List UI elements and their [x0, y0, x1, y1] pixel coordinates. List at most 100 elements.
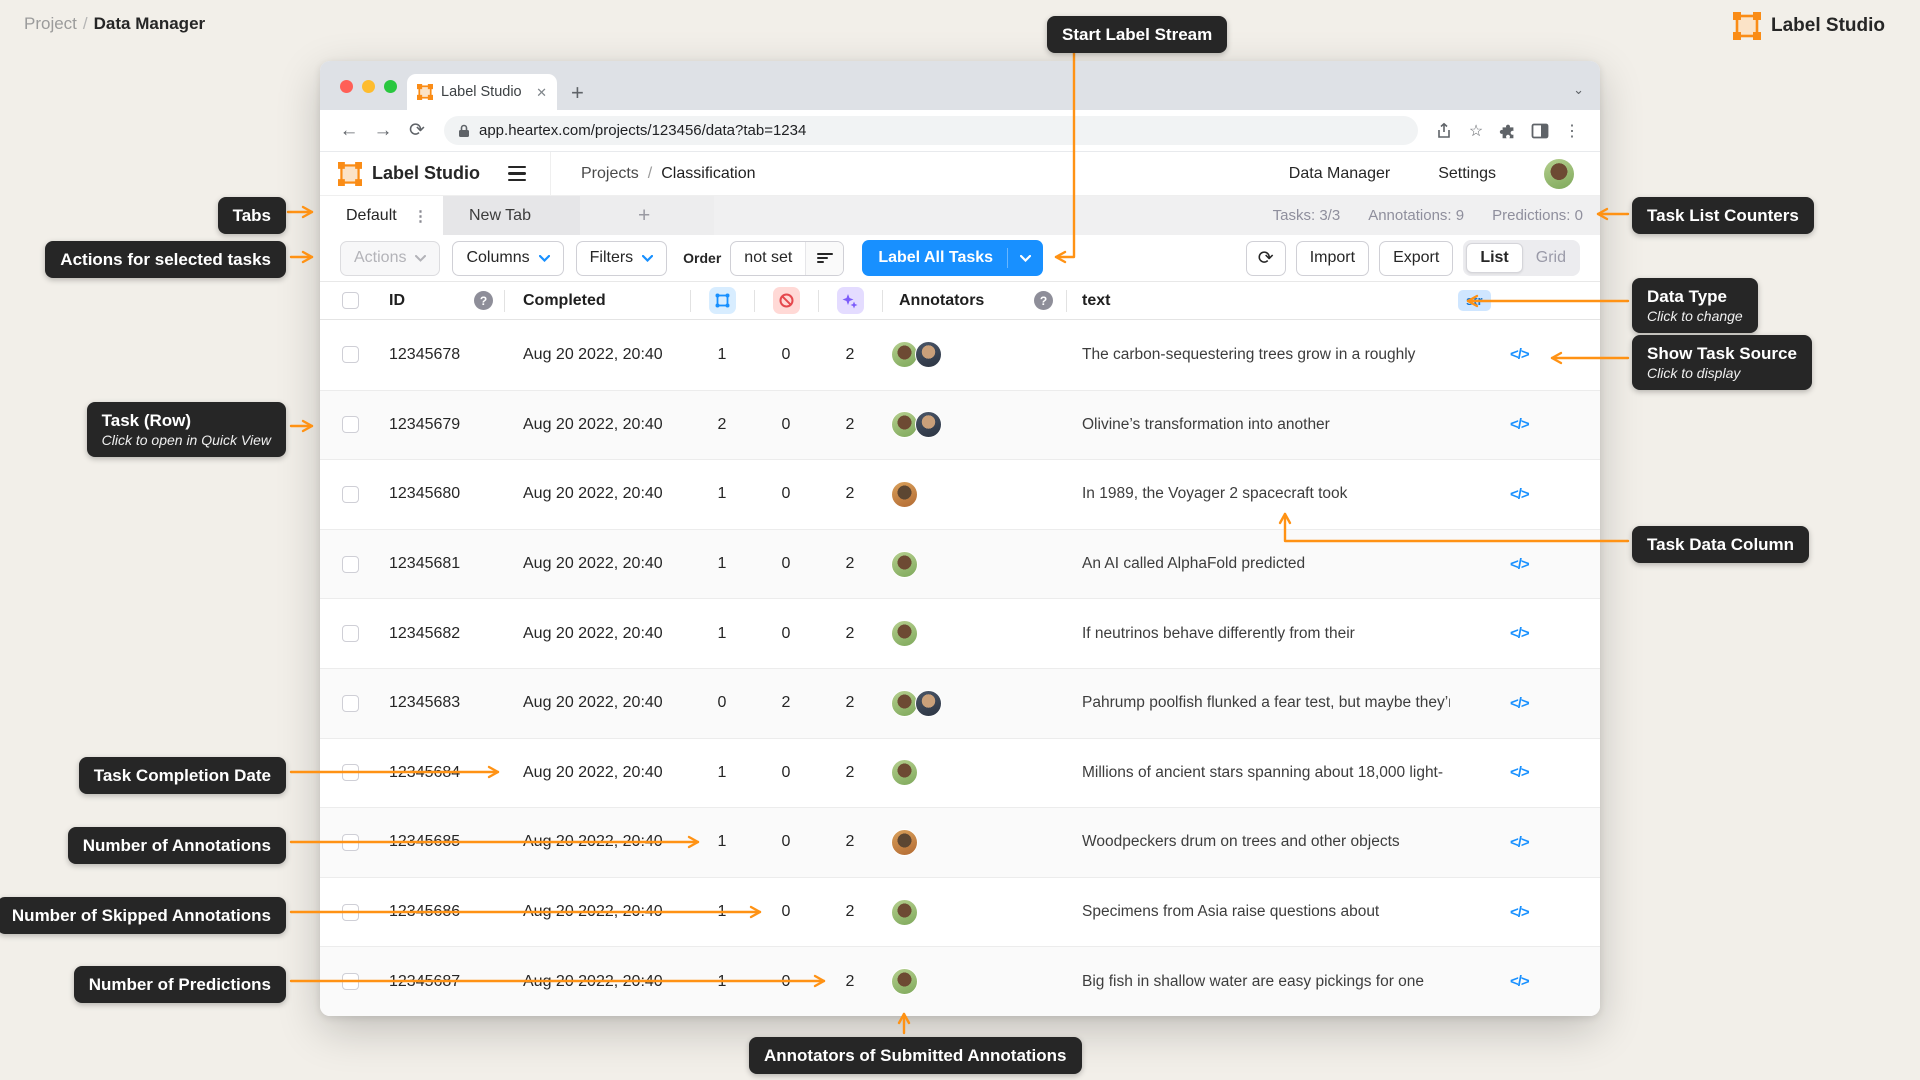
show-task-source-icon[interactable]: </>: [1510, 904, 1530, 921]
row-checkbox[interactable]: [342, 764, 359, 782]
annotator-avatar: [891, 968, 918, 996]
column-header-id[interactable]: ID ?: [368, 282, 504, 319]
task-text: Olivine’s transformation into another: [1082, 415, 1330, 433]
tab-new-tab[interactable]: New Tab: [443, 196, 580, 235]
table-row[interactable]: 12345680 Aug 20 2022, 20:40 1 0 2 In 198…: [320, 459, 1600, 529]
browser-menu-kebab-icon[interactable]: ⋮: [1558, 117, 1586, 145]
show-task-source-icon[interactable]: </>: [1510, 764, 1530, 781]
close-window-button[interactable]: [340, 80, 353, 93]
skipped-count: 0: [781, 555, 791, 573]
share-icon[interactable]: [1430, 117, 1458, 145]
breadcrumb-project[interactable]: Project: [24, 14, 77, 33]
nav-settings[interactable]: Settings: [1438, 165, 1496, 183]
sort-order-icon[interactable]: [805, 241, 844, 275]
label-tasks-dropdown-chevron[interactable]: [1007, 248, 1043, 268]
show-task-source-icon[interactable]: </>: [1510, 834, 1530, 851]
label-all-tasks-button[interactable]: Label All Tasks: [862, 240, 1044, 276]
annotator-avatar: [891, 341, 918, 369]
zoom-window-button[interactable]: [384, 80, 397, 93]
help-icon[interactable]: ?: [1034, 291, 1053, 310]
window-controls[interactable]: [340, 80, 397, 93]
extensions-puzzle-icon[interactable]: [1494, 117, 1522, 145]
row-checkbox[interactable]: [342, 833, 359, 851]
tasks-counter: Tasks: 3/3: [1272, 207, 1341, 224]
favicon-label-studio: [417, 84, 433, 100]
annotations-count: 1: [717, 555, 727, 573]
data-type-badge[interactable]: str: [1458, 290, 1491, 311]
row-checkbox[interactable]: [342, 555, 359, 573]
show-task-source-icon[interactable]: </>: [1510, 556, 1530, 573]
grid-view-button[interactable]: Grid: [1525, 249, 1577, 267]
column-header-data-type: str: [1450, 282, 1600, 319]
browser-tab[interactable]: Label Studio ✕: [407, 74, 557, 110]
table-row[interactable]: 12345687 Aug 20 2022, 20:40 1 0 2 Big fi…: [320, 946, 1600, 1016]
hamburger-menu-icon[interactable]: [508, 165, 526, 182]
column-header-skipped[interactable]: [754, 282, 818, 319]
export-button[interactable]: Export: [1379, 240, 1454, 276]
tab-default[interactable]: Default ⋮: [320, 196, 443, 235]
filters-button[interactable]: Filters: [575, 240, 668, 276]
predictions-count: 2: [845, 415, 855, 433]
task-completed-date: Aug 20 2022, 20:40: [523, 972, 663, 990]
callout-tabs: Tabs: [217, 197, 286, 235]
column-header-annotations[interactable]: [690, 282, 754, 319]
back-icon[interactable]: ←: [334, 116, 364, 146]
side-panel-icon[interactable]: [1526, 117, 1554, 145]
show-task-source-icon[interactable]: </>: [1510, 486, 1530, 503]
predictions-sparkles-icon: [836, 287, 864, 314]
column-header-text[interactable]: text: [1066, 282, 1450, 319]
column-header-completed[interactable]: Completed: [504, 282, 690, 319]
help-icon[interactable]: ?: [474, 291, 493, 310]
table-row[interactable]: 12345681 Aug 20 2022, 20:40 1 0 2 An AI …: [320, 528, 1600, 599]
column-header-annotators[interactable]: Annotators ?: [882, 282, 1066, 319]
label-studio-logo: Label Studio: [1733, 12, 1885, 40]
annotator-avatar: [891, 411, 918, 439]
bookmark-star-icon[interactable]: ☆: [1462, 117, 1490, 145]
nav-data-manager[interactable]: Data Manager: [1289, 165, 1390, 183]
table-row[interactable]: 12345686 Aug 20 2022, 20:40 1 0 2 Specim…: [320, 876, 1600, 947]
column-header-predictions[interactable]: [818, 282, 882, 319]
new-tab-icon[interactable]: +: [571, 82, 584, 104]
add-tab-button[interactable]: +: [580, 196, 714, 235]
row-checkbox[interactable]: [342, 416, 359, 434]
row-checkbox[interactable]: [342, 485, 359, 503]
show-task-source-icon[interactable]: </>: [1510, 695, 1530, 712]
list-view-button[interactable]: List: [1466, 243, 1523, 273]
reload-icon[interactable]: ⟳: [402, 116, 432, 146]
table-row[interactable]: 12345678 Aug 20 2022, 20:40 1 0 2 The ca…: [320, 320, 1600, 390]
show-task-source-icon[interactable]: </>: [1510, 973, 1530, 990]
minimize-window-button[interactable]: [362, 80, 375, 93]
app-brand[interactable]: Label Studio: [320, 161, 480, 186]
show-task-source-icon[interactable]: </>: [1510, 346, 1530, 363]
table-row[interactable]: 12345679 Aug 20 2022, 20:40 2 0 2 Olivin…: [320, 389, 1600, 460]
task-id: 12345682: [389, 624, 461, 642]
task-text: Specimens from Asia raise questions abou…: [1082, 903, 1380, 921]
url-bar[interactable]: app.heartex.com/projects/123456/data?tab…: [444, 116, 1418, 145]
tab-search-chevron-icon[interactable]: ⌄: [1573, 82, 1584, 98]
refresh-button[interactable]: ⟳: [1245, 240, 1286, 276]
import-button[interactable]: Import: [1295, 240, 1370, 276]
table-row[interactable]: 12345684 Aug 20 2022, 20:40 1 0 2 Millio…: [320, 737, 1600, 808]
table-row[interactable]: 12345683 Aug 20 2022, 20:40 0 2 2 Pahrum…: [320, 667, 1600, 738]
chevron-down-icon: [415, 254, 427, 262]
table-row[interactable]: 12345682 Aug 20 2022, 20:40 1 0 2 If neu…: [320, 598, 1600, 668]
row-checkbox[interactable]: [342, 694, 359, 712]
show-task-source-icon[interactable]: </>: [1510, 625, 1530, 642]
table-row[interactable]: 12345685 Aug 20 2022, 20:40 1 0 2 Woodpe…: [320, 807, 1600, 877]
tab-close-icon[interactable]: ✕: [536, 86, 547, 99]
tab-options-kebab-icon[interactable]: ⋮: [413, 207, 429, 225]
row-checkbox[interactable]: [342, 973, 359, 991]
breadcrumb-projects-link[interactable]: Projects: [581, 165, 639, 183]
row-checkbox[interactable]: [342, 346, 359, 364]
select-all-checkbox[interactable]: [342, 292, 359, 309]
show-task-source-icon[interactable]: </>: [1510, 416, 1530, 433]
row-checkbox[interactable]: [342, 625, 359, 643]
actions-button[interactable]: Actions: [340, 240, 441, 276]
task-completed-date: Aug 20 2022, 20:40: [523, 485, 663, 503]
columns-button[interactable]: Columns: [452, 240, 564, 276]
project-breadcrumb: Projects / Classification: [581, 164, 756, 183]
forward-icon[interactable]: →: [368, 116, 398, 146]
order-select[interactable]: not set: [730, 240, 845, 276]
user-avatar[interactable]: [1544, 158, 1574, 189]
row-checkbox[interactable]: [342, 903, 359, 921]
